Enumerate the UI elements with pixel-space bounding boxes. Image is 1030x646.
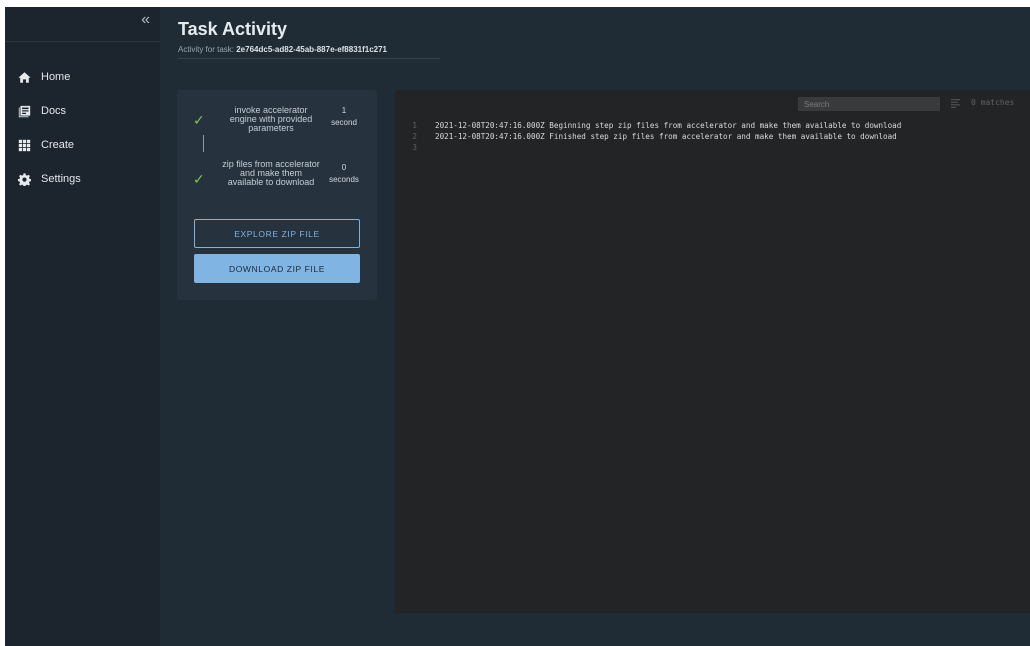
sidebar-item-label: Home <box>41 71 71 83</box>
log-line: 2 2021-12-08T20:47:16.000Z Finished step… <box>395 131 901 142</box>
log-search-input[interactable] <box>798 97 940 111</box>
log-lines: 1 2021-12-08T20:47:16.000Z Beginning ste… <box>395 120 901 153</box>
sidebar-item-docs[interactable]: Docs <box>5 94 160 128</box>
line-text: 2021-12-08T20:47:16.000Z Beginning step … <box>435 121 902 130</box>
check-icon: ✓ <box>193 112 205 128</box>
sidebar-item-label: Docs <box>41 105 67 117</box>
sidebar-nav: Home Docs Create Settings <box>5 60 160 196</box>
task-id: 2e764dc5-ad82-45ab-887e-ef8831f1c271 <box>236 45 388 54</box>
sidebar-item-create[interactable]: Create <box>5 128 160 162</box>
sidebar: « Home Docs Create Settings <box>5 7 160 646</box>
sidebar-divider <box>5 41 160 42</box>
step-item: ✓ invoke accelerator engine with provide… <box>177 100 377 140</box>
sidebar-item-label: Settings <box>41 173 81 185</box>
steps-card: ✓ invoke accelerator engine with provide… <box>177 90 377 300</box>
log-line: 1 2021-12-08T20:47:16.000Z Beginning ste… <box>395 120 901 131</box>
sidebar-item-settings[interactable]: Settings <box>5 162 160 196</box>
line-number: 3 <box>412 143 417 152</box>
page-title: Task Activity <box>178 19 288 39</box>
collapse-sidebar-icon[interactable]: « <box>141 10 150 30</box>
filter-lines-icon[interactable] <box>950 98 962 110</box>
step-duration: 0 seconds <box>323 162 365 186</box>
check-icon: ✓ <box>193 171 205 187</box>
step-duration-value: 1 <box>341 106 347 115</box>
step-duration: 1 second <box>323 105 365 129</box>
gear-icon <box>17 172 31 186</box>
log-viewer: 0 matches 1 2021-12-08T20:47:16.000Z Beg… <box>395 90 1030 613</box>
step-label: zip files from accelerator and make them… <box>222 159 320 187</box>
docs-icon <box>17 104 31 118</box>
step-label: invoke accelerator engine with provided … <box>229 105 313 133</box>
subtitle-prefix: Activity for task: <box>178 45 237 54</box>
line-text: 2021-12-08T20:47:16.000Z Finished step z… <box>435 132 897 141</box>
main-content: Task Activity Activity for task: 2e764dc… <box>160 7 1030 646</box>
step-connector <box>203 135 204 152</box>
grid-icon <box>17 138 31 152</box>
step-duration-value: 0 <box>341 163 347 172</box>
home-icon <box>17 70 31 84</box>
log-line: 3 <box>395 142 901 153</box>
step-duration-unit: seconds <box>329 175 359 184</box>
line-number: 2 <box>412 132 417 141</box>
step-item: ✓ zip files from accelerator and make th… <box>177 155 377 205</box>
step-duration-unit: second <box>331 118 357 127</box>
title-divider <box>178 58 440 59</box>
sidebar-item-label: Create <box>41 139 75 151</box>
match-count: 0 matches <box>971 98 1015 107</box>
explore-zip-button[interactable]: EXPLORE ZIP FILE <box>194 219 360 248</box>
page-subtitle: Activity for task: 2e764dc5-ad82-45ab-88… <box>178 45 387 54</box>
download-zip-button[interactable]: DOWNLOAD ZIP FILE <box>194 254 360 283</box>
line-number: 1 <box>412 121 417 130</box>
sidebar-item-home[interactable]: Home <box>5 60 160 94</box>
app-window: « Home Docs Create Settings Task Activit… <box>5 7 1030 646</box>
